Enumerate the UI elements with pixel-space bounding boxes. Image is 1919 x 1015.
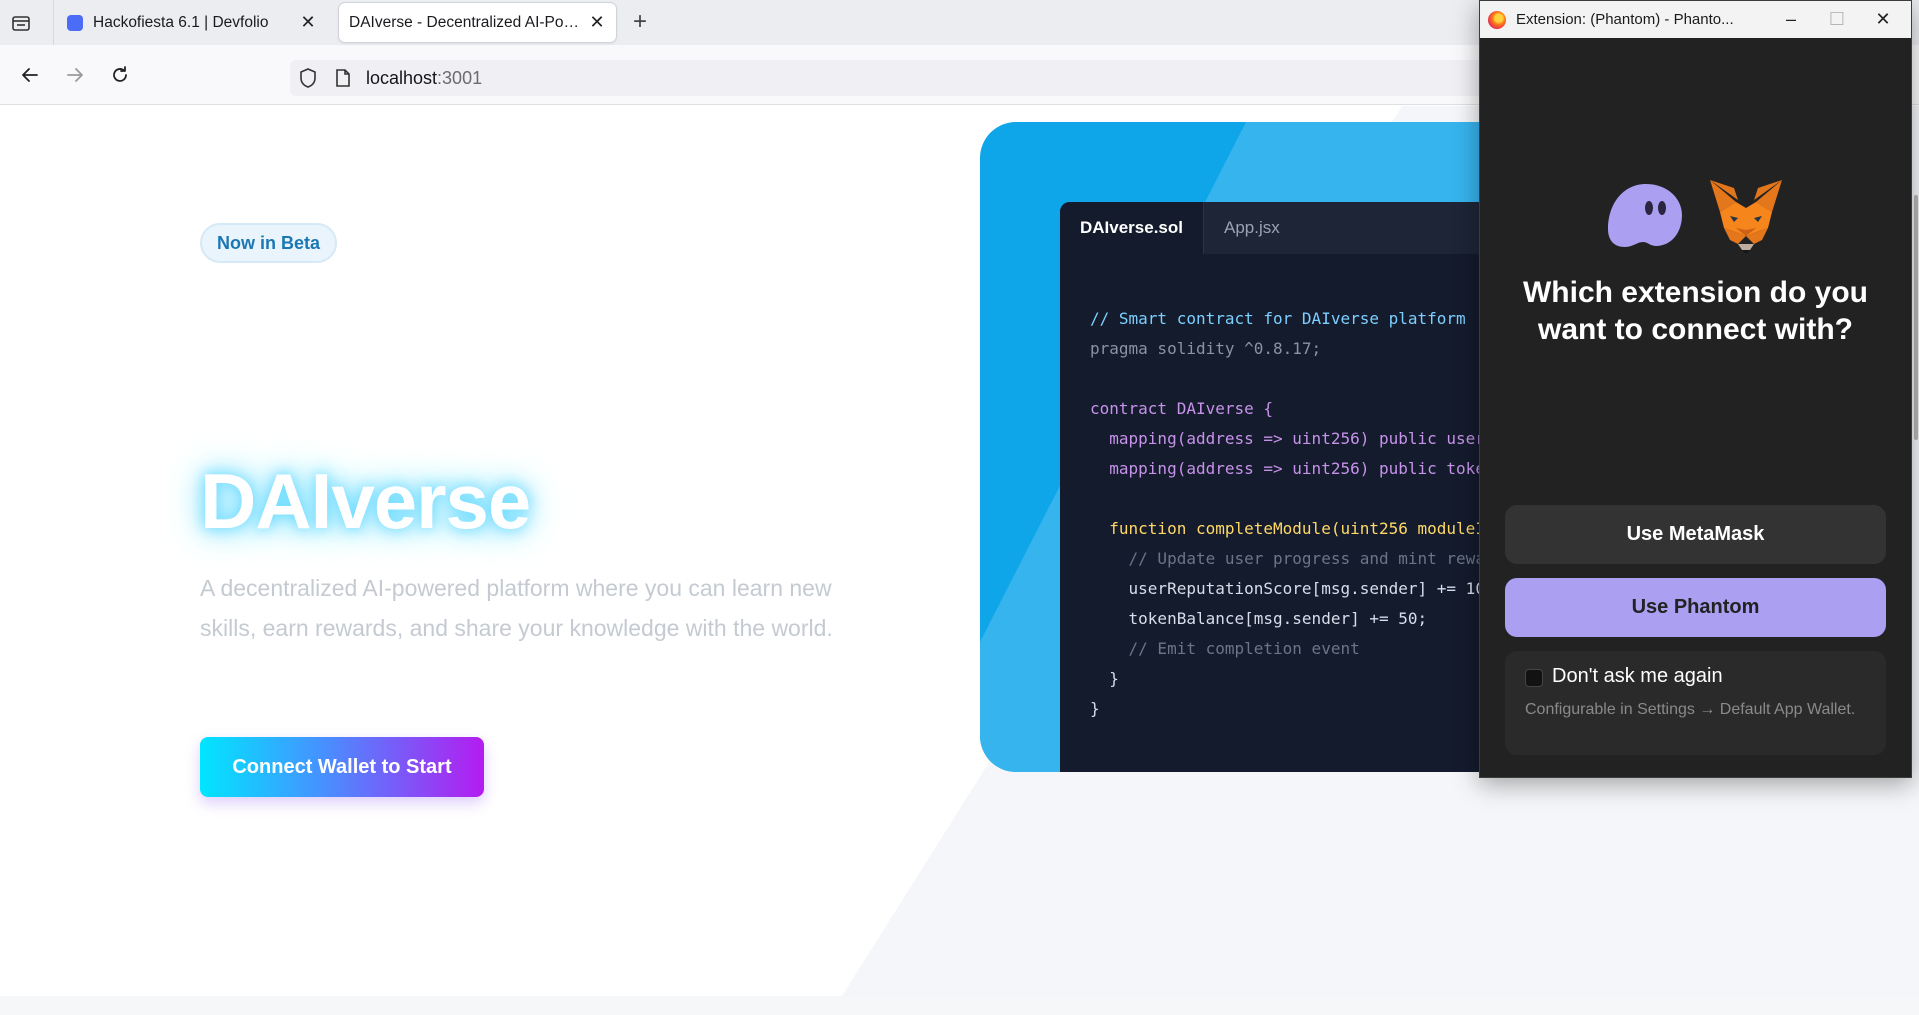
dont-ask-again-hint: Configurable in Settings → Default App W… [1525, 701, 1856, 718]
url-text[interactable]: localhost:3001 [366, 68, 482, 89]
url-port: :3001 [437, 68, 483, 88]
tab-title: DAIverse - Decentralized AI-Powered [349, 13, 588, 31]
connect-wallet-button[interactable]: Connect Wallet to Start [200, 737, 484, 797]
forward-icon[interactable] [61, 61, 89, 89]
use-phantom-button[interactable]: Use Phantom [1505, 578, 1886, 637]
connect-question: Which extension do you want to connect w… [1522, 276, 1868, 346]
metamask-fox-icon [1710, 180, 1782, 254]
close-window-icon[interactable]: ✕ [1860, 1, 1906, 38]
tab-devfolio[interactable]: Hackofiesta 6.1 | Devfolio ✕ [57, 3, 327, 42]
phantom-ghost-icon [1608, 184, 1682, 247]
address-bar[interactable]: localhost:3001 [290, 60, 1590, 96]
dont-ask-again-checkbox[interactable] [1525, 669, 1543, 687]
editor-tab-daiverse-sol[interactable]: DAIverse.sol [1060, 202, 1204, 254]
tab-separator [53, 0, 54, 45]
use-metamask-button[interactable]: Use MetaMask [1505, 505, 1886, 564]
url-host: localhost [366, 68, 438, 88]
tab-daiverse[interactable]: DAIverse - Decentralized AI-Powered ✕ [339, 3, 616, 42]
hero-title: DAIverse [200, 457, 531, 545]
tab-list-icon[interactable] [10, 12, 32, 34]
popup-titlebar: Extension: (Phantom) - Phanto... – ☐ ✕ [1480, 1, 1911, 38]
footer-strip [0, 996, 1919, 1015]
hero-subtitle: A decentralized AI-powered platform wher… [200, 575, 833, 641]
minimize-icon[interactable]: – [1768, 1, 1814, 38]
reload-icon[interactable] [106, 61, 134, 89]
wallet-logos [1606, 178, 1786, 258]
dont-ask-again-label[interactable]: Don't ask me again [1552, 665, 1723, 688]
close-tab-icon[interactable]: ✕ [299, 12, 317, 32]
page-scrollbar[interactable] [1914, 195, 1918, 440]
beta-badge: Now in Beta [200, 223, 338, 263]
firefox-icon [1488, 10, 1506, 29]
editor-tab-app-jsx[interactable]: App.jsx [1204, 202, 1300, 254]
extension-popup-window: Extension: (Phantom) - Phanto... – ☐ ✕ W… [1479, 0, 1912, 778]
devfolio-favicon-icon [67, 14, 83, 31]
maximize-icon[interactable]: ☐ [1814, 1, 1860, 38]
popup-window-title: Extension: (Phantom) - Phanto... [1516, 11, 1734, 28]
tab-title: Hackofiesta 6.1 | Devfolio [93, 13, 269, 31]
new-tab-button[interactable]: + [630, 10, 650, 34]
page-info-icon[interactable] [334, 68, 352, 93]
tracking-shield-icon[interactable] [298, 67, 318, 94]
popup-body: Which extension do you want to connect w… [1480, 38, 1911, 777]
back-icon[interactable] [16, 61, 44, 89]
close-tab-icon[interactable]: ✕ [588, 12, 606, 32]
dont-ask-again-panel: Don't ask me again Configurable in Setti… [1505, 651, 1886, 755]
